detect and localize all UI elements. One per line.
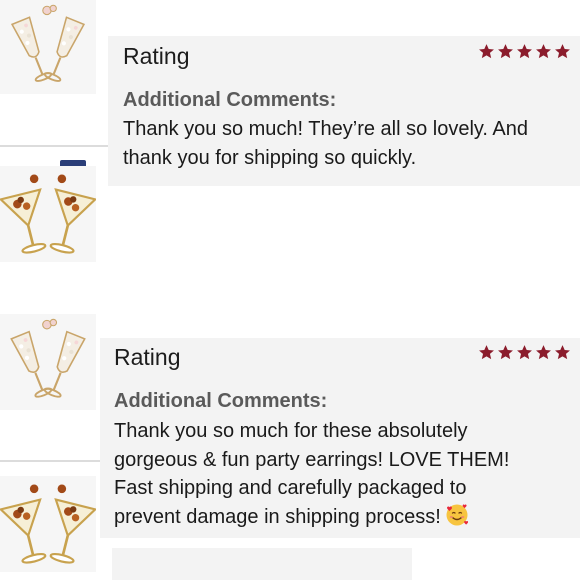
product-image-martini-earrings[interactable] bbox=[0, 166, 96, 262]
star-icon bbox=[554, 344, 571, 361]
product-image-champagne-earrings[interactable] bbox=[0, 0, 96, 94]
comment-line: Thank you so much for these absolutely bbox=[114, 420, 468, 442]
comment-line: prevent damage in shipping process! bbox=[114, 505, 441, 528]
review-comment: Thank you so much for these absolutely g… bbox=[114, 417, 509, 531]
divider bbox=[0, 145, 108, 147]
champagne-flute-earrings-icon bbox=[10, 318, 86, 400]
comment-line: Thank you so much! They’re all so lovely… bbox=[123, 118, 529, 140]
martini-glass-earrings-icon bbox=[0, 173, 96, 258]
champagne-flute-earrings-icon bbox=[10, 4, 86, 85]
star-icon bbox=[478, 43, 495, 60]
star-rating bbox=[478, 43, 571, 60]
star-icon bbox=[497, 344, 514, 361]
product-image-champagne-earrings[interactable] bbox=[0, 314, 96, 410]
star-icon bbox=[535, 344, 552, 361]
star-icon bbox=[516, 43, 533, 60]
smiling-face-with-hearts-icon bbox=[446, 503, 468, 525]
star-rating bbox=[478, 344, 571, 361]
product-image-martini-earrings[interactable] bbox=[0, 476, 96, 572]
review-comment: Thank you so much! They’re all so lovely… bbox=[123, 115, 528, 172]
rating-title: Rating bbox=[114, 344, 181, 370]
star-icon bbox=[516, 344, 533, 361]
comment-line: Fast shipping and carefully packaged to bbox=[114, 477, 467, 499]
additional-comments-label: Additional Comments: bbox=[114, 390, 328, 412]
additional-comments-label: Additional Comments: bbox=[123, 89, 337, 111]
star-icon bbox=[554, 43, 571, 60]
star-icon bbox=[535, 43, 552, 60]
comment-line-with-emoji: prevent damage in shipping process! bbox=[114, 503, 509, 532]
review-card-next bbox=[112, 548, 412, 580]
star-icon bbox=[497, 43, 514, 60]
martini-glass-earrings-icon bbox=[0, 483, 96, 568]
comment-line: gorgeous & fun party earrings! LOVE THEM… bbox=[114, 448, 510, 471]
divider bbox=[0, 460, 100, 462]
comment-line: thank you for shipping so quickly. bbox=[123, 146, 417, 169]
star-icon bbox=[478, 344, 495, 361]
rating-title: Rating bbox=[123, 43, 190, 69]
